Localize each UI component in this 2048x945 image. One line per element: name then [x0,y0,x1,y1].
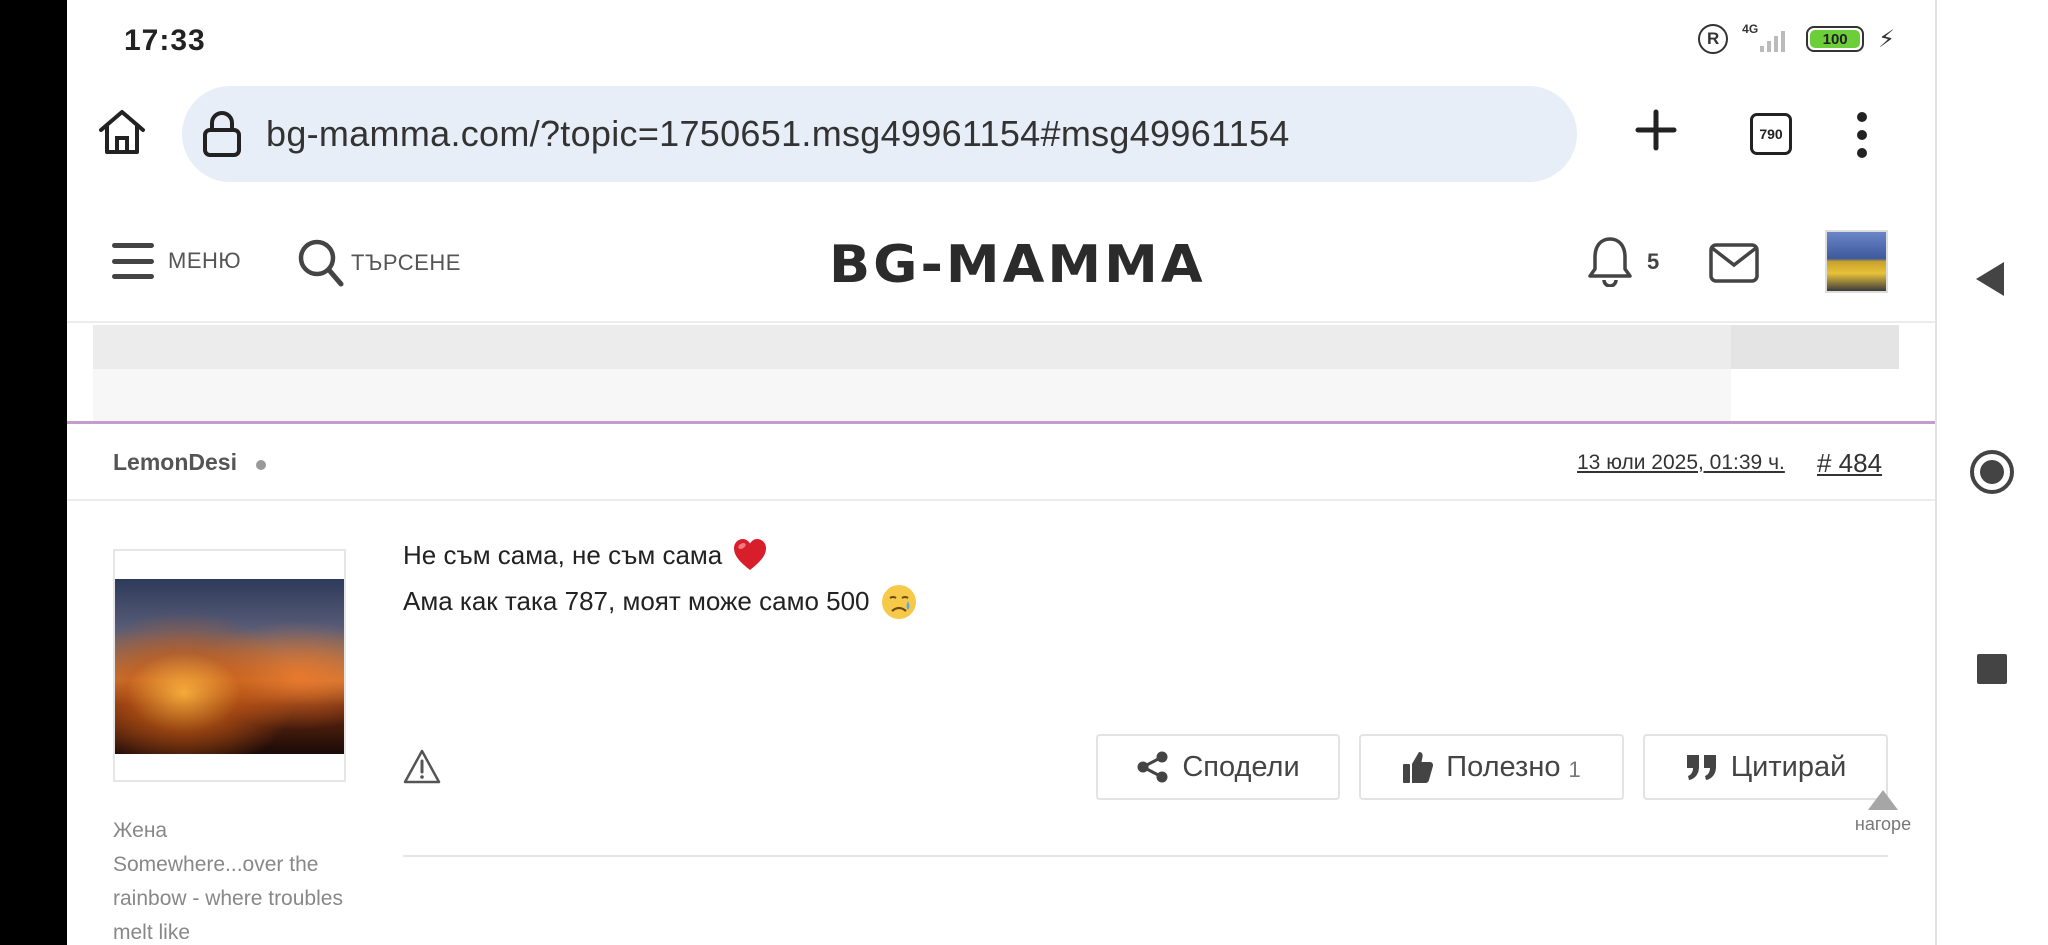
share-icon [1137,751,1168,783]
menu-label: МЕНЮ [168,248,242,273]
signal-icon: 4G [1742,22,1792,54]
post-date-link[interactable]: 13 юли 2025, 01:39 ч. [1577,451,1785,475]
back-nav-icon[interactable] [1976,262,2004,296]
recent-apps-nav-icon[interactable] [1977,654,2007,684]
scroll-to-top-button[interactable]: нагоре [1847,790,1919,835]
home-nav-icon[interactable] [1970,450,2014,494]
search-button[interactable]: ТЪРСЕНЕ [297,238,461,288]
useful-button[interactable]: Полезно 1 [1359,734,1624,800]
scroll-to-top-label: нагоре [1854,814,1912,834]
post-separator [403,855,1888,857]
post-header: LemonDesi 13 юли 2025, 01:39 ч. # 484 [67,424,1935,501]
battery-icon: 100 [1806,26,1865,52]
site-logo[interactable]: BG-MAMMA [829,235,1206,295]
status-icons: R 4G 100 ⚡ [1698,22,1895,54]
post-author[interactable]: LemonDesi [113,449,237,476]
ad-placeholder-side [1731,325,1899,369]
report-warning-icon[interactable] [403,748,441,786]
heart-emoji-icon [732,537,768,573]
share-button[interactable]: Сподели [1096,734,1340,800]
online-status-dot [256,460,266,470]
more-options-icon[interactable] [1856,112,1868,158]
post-line: Ама как така 787, моят може само 500 [403,586,870,616]
battery-level: 100 [1810,30,1861,48]
search-icon [298,239,344,287]
network-type: 4G [1742,22,1759,36]
tab-switcher-button[interactable]: 790 [1750,113,1792,155]
post-number-link[interactable]: # 484 [1817,448,1882,479]
new-tab-button[interactable] [1632,106,1680,154]
sad-face-emoji-icon [880,583,916,619]
mail-icon[interactable] [1709,243,1759,283]
lock-icon [202,110,242,158]
thumbs-up-icon [1403,752,1434,783]
content-spacer [93,369,1731,421]
post-line: Не съм сама, не съм сама [403,540,723,570]
notification-count: 5 [1647,249,1660,274]
site-header: МЕНЮ ТЪРСЕНЕ BG-MAMMA 5 [67,205,1935,323]
bell-icon[interactable] [1587,235,1633,288]
author-avatar-image [115,579,344,754]
left-black-bar [0,0,67,945]
author-avatar[interactable] [113,549,346,782]
hamburger-icon [112,243,154,279]
post-body: Не съм сама, не съм сама Ама как така 78… [403,532,916,624]
charging-icon: ⚡ [1878,25,1895,53]
status-time: 17:33 [124,24,206,57]
menu-button[interactable]: МЕНЮ [112,243,241,279]
browser-screen: 17:33 R 4G 100 ⚡ bg-mamma.com/?topic=175… [67,0,1935,945]
url-text[interactable]: bg-mamma.com/?topic=1750651.msg49961154#… [266,113,1290,155]
quote-icon [1686,755,1716,780]
home-icon[interactable] [96,106,148,158]
author-signature: Жена Somewhere...over the rainbow - wher… [113,819,343,944]
useful-label: Полезно [1446,750,1561,783]
registered-icon: R [1698,24,1729,54]
url-bar[interactable]: bg-mamma.com/?topic=1750651.msg49961154#… [182,86,1577,182]
quote-label: Цитирай [1730,750,1847,783]
search-label: ТЪРСЕНЕ [351,250,461,275]
arrow-up-icon [1868,790,1898,810]
ad-placeholder [93,325,1899,369]
useful-count: 1 [1568,757,1581,782]
share-label: Сподели [1182,750,1300,783]
user-avatar-button[interactable] [1825,230,1888,293]
